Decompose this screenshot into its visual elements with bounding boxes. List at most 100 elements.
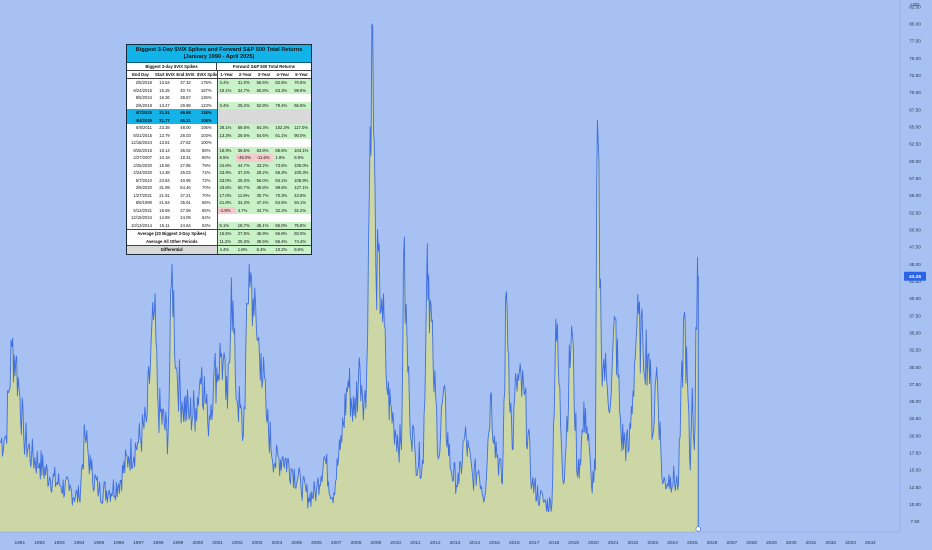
cell-return: 65.0% <box>273 221 293 230</box>
cell-return: 31.0% <box>235 78 255 87</box>
x-tick-label-10: 2001 <box>212 540 223 546</box>
cell-return: 49.8% <box>254 184 274 192</box>
table-title: Biggest 3-Day $VIX Spikes and Forward S&… <box>135 47 303 53</box>
cell-return: 44.7% <box>235 161 255 170</box>
x-tick-label-34: 2025 <box>687 540 698 546</box>
x-tick-label-8: 1999 <box>173 540 184 546</box>
cell-start: 14.38 <box>159 170 170 176</box>
cell-return: 100.3% <box>292 169 311 177</box>
cell-return: 84.1% <box>273 176 293 185</box>
cell-return: 102.3% <box>273 124 293 132</box>
summary-return: 10.2% <box>273 245 293 254</box>
summary-return: 56.4% <box>273 237 293 246</box>
cell-return: 66.6% <box>292 101 311 110</box>
cell-return <box>292 94 311 102</box>
x-tick-label-28: 2019 <box>568 540 579 546</box>
spike-table-body: End Day Start $VIX End $VIX $VIX Spike 1-Yea… <box>127 70 311 230</box>
cell-return <box>217 139 236 147</box>
cell-return: 108.9% <box>292 176 311 185</box>
cell-return: 30.7% <box>254 191 274 200</box>
cell-return <box>292 139 311 147</box>
cell-return: 73.5% <box>273 161 293 170</box>
x-tick-label-39: 2030 <box>786 540 797 546</box>
summary-return: 11.2% <box>217 237 236 246</box>
cell-endv: 45.31 <box>175 116 196 125</box>
cell-return: 90.0% <box>292 131 311 140</box>
table-row: 12/19/2024 14.69 24.09 64% <box>127 214 311 222</box>
cell-return <box>273 94 292 102</box>
cell-return <box>236 139 255 147</box>
cell-end: 5/12/2021 <box>133 207 152 213</box>
summary-row: Average (20 Biggest 3-Day Spikes) 16.5% 27… <box>127 229 311 238</box>
cell-endv: 24.09 <box>180 215 191 221</box>
x-tick-label-2: 1993 <box>54 540 65 546</box>
y-tick-label-11: 55.00 <box>909 193 921 198</box>
cell-spike: 66% <box>196 199 218 207</box>
cell-return: 63.8% <box>254 146 274 155</box>
cell-return: 18.1% <box>217 86 236 95</box>
y-tick-label-19: 35.00 <box>909 330 921 335</box>
y-tick-label-1: 80.00 <box>909 22 921 27</box>
x-tick-label-15: 2006 <box>311 540 322 546</box>
table-row: 3/9/2020 31.99 54.46 70% 43.6% 60.7% 49.8% 99.6… <box>127 184 311 192</box>
latest-bar-marker[interactable] <box>695 526 701 532</box>
cell-return: 29.2% <box>254 169 274 177</box>
y-tick-label-6: 67.50 <box>909 107 921 112</box>
x-tick-label-20: 2011 <box>410 540 421 546</box>
y-tick-label-5: 70.00 <box>909 90 921 95</box>
cell-return: 33.2% <box>254 161 274 170</box>
x-tick-label-16: 2007 <box>331 540 342 546</box>
x-tick-label-42: 2033 <box>845 540 856 546</box>
y-tick-label-21: 30.00 <box>909 365 921 370</box>
summary-return: 16.5% <box>217 229 236 238</box>
cell-end: 8/6/1990 <box>135 200 152 206</box>
cell-spike: 64% <box>196 214 218 222</box>
cell-return: 23.9% <box>217 169 236 177</box>
summary-table: Average (20 Biggest 3-Day Spikes) 16.5% 27… <box>127 229 311 254</box>
cell-start: 15.11 <box>159 222 170 228</box>
table-title-block: Biggest 3-Day $VIX Spikes and Forward S&… <box>127 45 311 63</box>
cell-spike: 70% <box>196 191 218 200</box>
table-row: 2/5/2018 13.54 37.32 176% 3.4% 31.0% 55.5% 82.6… <box>127 78 311 87</box>
cell-end: 2/24/2020 <box>133 170 152 176</box>
y-tick-label-25: 20.00 <box>909 433 921 438</box>
cell-return: 70.3% <box>273 191 293 200</box>
cell-end: 10/13/2014 <box>131 222 152 228</box>
right-group-header: Forward S&P 500 Total Returns <box>232 63 296 69</box>
col-header-5: 2-Year <box>235 70 255 80</box>
cell-return: 34.7% <box>254 206 274 215</box>
x-tick-label-0: 1991 <box>14 540 25 546</box>
cell-end: 12/18/2024 <box>131 140 152 146</box>
col-header-0: End Day <box>127 70 154 80</box>
cell-start: 21.51 <box>154 109 175 117</box>
x-tick-label-9: 2000 <box>192 540 203 546</box>
cell-return: 37.2% <box>235 169 255 177</box>
summary-return: 25.3% <box>235 237 255 246</box>
cell-return <box>255 94 274 102</box>
cell-return: 56.0% <box>254 176 274 185</box>
cell-return: 65.5% <box>273 146 293 155</box>
y-tick-label-7: 65.00 <box>909 124 921 129</box>
cell-return: 117.0% <box>292 124 311 132</box>
cell-endv: 27.85 <box>180 162 191 168</box>
x-tick-label-43: 2034 <box>865 540 876 546</box>
y-tick-label-2: 77.50 <box>909 39 921 44</box>
cell-spike: 176% <box>196 78 218 87</box>
cell-start: 16.36 <box>159 95 170 101</box>
summary-return: 66.8% <box>273 229 293 238</box>
table-row: 8/21/2015 13.79 28.03 103% 13.3% 28.6% 54.6% 61… <box>127 131 311 140</box>
table-row: 8/6/1990 21.64 35.91 66% 21.8% 34.3% 47.4% 54.5… <box>127 199 311 207</box>
summary-return: 39.5% <box>254 237 274 246</box>
cell-start: 21.64 <box>159 200 170 206</box>
table-row: 8/5/2024 16.36 38.57 136% <box>127 94 311 102</box>
y-tick-label-29: 10.00 <box>909 502 921 507</box>
x-tick-label-11: 2002 <box>232 540 243 546</box>
x-tick-label-26: 2017 <box>529 540 540 546</box>
y-tick-label-30: 7.50 <box>911 519 920 524</box>
cell-end: 2/5/2018 <box>135 80 152 86</box>
cell-spike: 79% <box>196 161 218 170</box>
cell-endv: 46.98 <box>175 109 196 117</box>
summary-label: Differential <box>127 245 218 254</box>
y-tick-label-22: 27.50 <box>909 382 921 387</box>
cell-start: 15.56 <box>159 162 170 168</box>
